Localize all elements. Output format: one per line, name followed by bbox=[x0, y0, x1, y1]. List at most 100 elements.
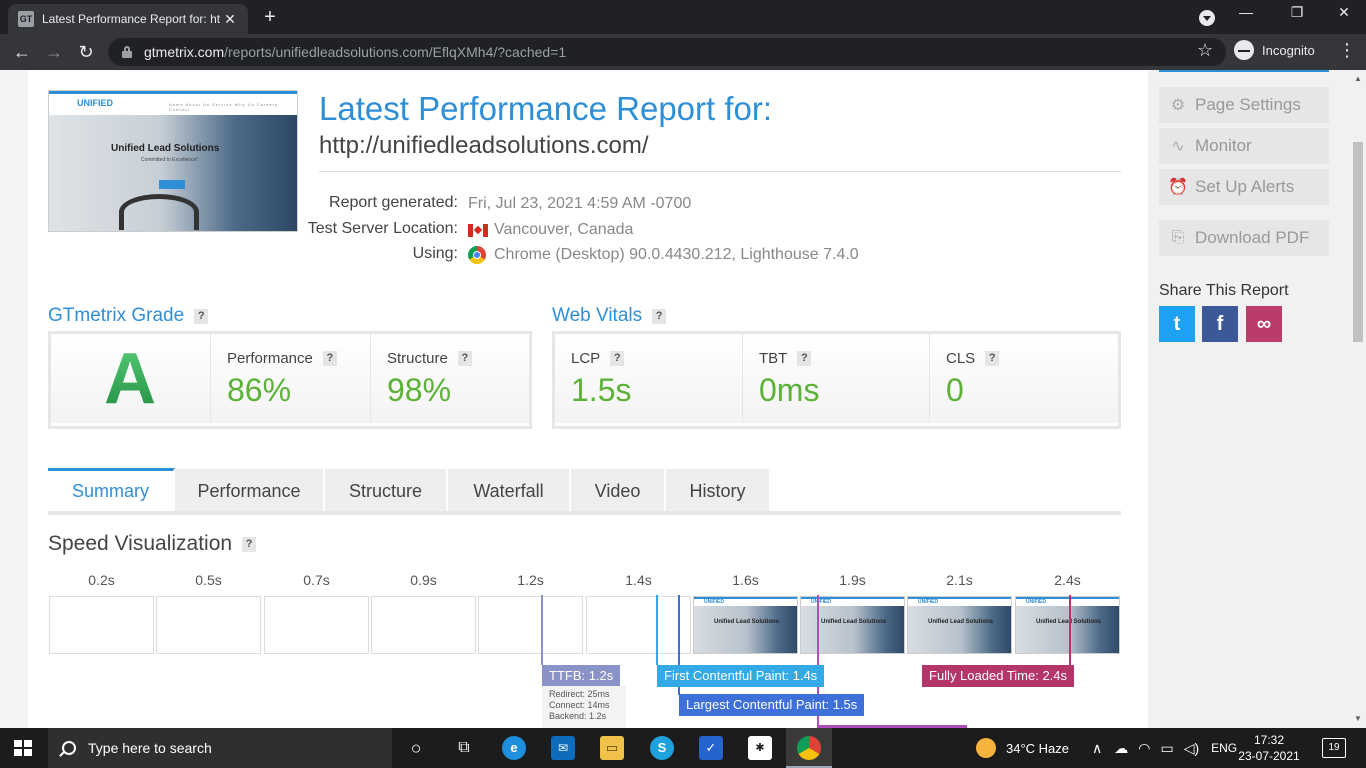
new-tab-button[interactable]: + bbox=[258, 6, 282, 29]
scroll-down-icon[interactable]: ▼ bbox=[1354, 714, 1362, 723]
download-pdf-button[interactable]: ⎘ Download PDF bbox=[1159, 220, 1329, 256]
frame-timestamp: 1.4s bbox=[625, 572, 652, 588]
filmstrip-frame[interactable] bbox=[371, 596, 476, 654]
lock-icon[interactable] bbox=[122, 46, 132, 58]
meta-report-generated: Report generated: Fri, Jul 23, 2021 4:59… bbox=[280, 194, 1100, 214]
help-icon[interactable]: ? bbox=[322, 351, 337, 366]
incognito-indicator[interactable]: Incognito bbox=[1234, 40, 1315, 60]
task-view-icon[interactable]: ⧉ bbox=[452, 736, 476, 760]
file-explorer-icon[interactable]: ▭ bbox=[600, 736, 624, 760]
tab-performance[interactable]: Performance bbox=[175, 469, 325, 511]
frame-header: UNIFIED bbox=[908, 597, 1011, 605]
scrollbar-thumb[interactable] bbox=[1353, 142, 1363, 342]
help-icon[interactable]: ? bbox=[797, 351, 812, 366]
meta-value: Vancouver, Canada bbox=[468, 220, 633, 240]
edge-icon[interactable]: e bbox=[502, 736, 526, 760]
forward-arrow-icon[interactable]: → bbox=[42, 40, 66, 64]
filmstrip-frame[interactable] bbox=[264, 596, 369, 654]
meta-server-location: Test Server Location: Vancouver, Canada bbox=[280, 220, 1100, 240]
frame-logo: UNIFIED bbox=[1026, 599, 1046, 605]
structure-cell: Structure? 98% bbox=[371, 334, 529, 423]
filmstrip-frame[interactable]: UNIFIED Unified Lead Solutions bbox=[800, 596, 905, 654]
ttfb-marker[interactable]: TTFB: 1.2s bbox=[542, 665, 621, 687]
battery-icon[interactable]: ▭ bbox=[1160, 740, 1173, 757]
tab-video[interactable]: Video bbox=[571, 469, 666, 511]
web-vitals-heading: Web Vitals ? bbox=[552, 305, 667, 327]
address-bar[interactable]: gtmetrix.com/reports/unifiedleadsolution… bbox=[108, 38, 1226, 66]
help-icon[interactable]: ? bbox=[457, 351, 472, 366]
browser-tab[interactable]: GT Latest Performance Report for: ht ✕ bbox=[8, 4, 248, 34]
chrome-taskbar-icon[interactable] bbox=[797, 736, 821, 760]
filmstrip-frame[interactable]: UNIFIED Unified Lead Solutions bbox=[1015, 596, 1120, 654]
lcp-cell: LCP? 1.5s bbox=[555, 334, 743, 423]
filmstrip-frame[interactable] bbox=[478, 596, 583, 654]
grade-cell: A bbox=[51, 334, 211, 423]
twitter-share-icon[interactable]: t bbox=[1159, 306, 1195, 342]
connect-time: Connect: 14ms bbox=[549, 700, 610, 710]
wifi-icon[interactable]: ◠ bbox=[1138, 740, 1150, 757]
filmstrip-frame[interactable] bbox=[49, 596, 154, 654]
help-icon[interactable]: ? bbox=[652, 308, 667, 324]
help-icon[interactable]: ? bbox=[610, 351, 625, 366]
chrome-icon bbox=[468, 246, 486, 264]
filmstrip-frame[interactable] bbox=[156, 596, 261, 654]
system-clock[interactable]: 17:32 23-07-2021 bbox=[1236, 732, 1302, 764]
fully-loaded-line bbox=[1069, 595, 1071, 665]
browser-toolbar: ← → ↻ gtmetrix.com/reports/unifiedleadso… bbox=[0, 34, 1366, 70]
fully-loaded-marker[interactable]: Fully Loaded Time: 2.4s bbox=[922, 665, 1075, 687]
back-arrow-icon[interactable]: ← bbox=[10, 40, 34, 64]
link-share-icon[interactable]: ∞ bbox=[1246, 306, 1282, 342]
cortana-icon[interactable]: ○ bbox=[404, 736, 428, 760]
weather-widget[interactable]: 34°C Haze bbox=[976, 728, 1069, 768]
server-location-value: Vancouver, Canada bbox=[494, 221, 634, 238]
close-icon[interactable]: ✕ bbox=[222, 11, 238, 28]
todo-icon[interactable]: ✓ bbox=[699, 736, 723, 760]
lcp-marker[interactable]: Largest Contentful Paint: 1.5s bbox=[679, 694, 865, 716]
tab-search-icon[interactable] bbox=[1199, 10, 1215, 26]
bookmark-star-icon[interactable]: ☆ bbox=[1197, 40, 1213, 61]
facebook-share-icon[interactable]: f bbox=[1202, 306, 1238, 342]
page-screenshot-thumbnail[interactable]: UNIFIED Home About Us Service Why Us Car… bbox=[48, 90, 298, 232]
tabs-underline bbox=[48, 511, 1121, 515]
frame-hero-image bbox=[694, 606, 797, 653]
search-placeholder: Type here to search bbox=[88, 740, 212, 756]
help-icon[interactable]: ? bbox=[242, 536, 257, 552]
mail-icon[interactable]: ✉ bbox=[551, 736, 575, 760]
help-icon[interactable]: ? bbox=[985, 351, 1000, 366]
tab-history[interactable]: History bbox=[666, 469, 771, 511]
frame-timestamp: 1.6s bbox=[732, 572, 759, 588]
frame-caption: Unified Lead Solutions bbox=[821, 619, 887, 625]
volume-icon[interactable]: ◁) bbox=[1184, 740, 1199, 757]
minimize-icon[interactable]: — bbox=[1236, 4, 1256, 20]
scroll-up-icon[interactable]: ▲ bbox=[1354, 74, 1362, 83]
filmstrip-frame[interactable]: UNIFIED Unified Lead Solutions bbox=[907, 596, 1012, 654]
chevron-up-icon[interactable]: ∧ bbox=[1092, 740, 1102, 757]
monitor-button[interactable]: ∿ Monitor bbox=[1159, 128, 1329, 164]
language-indicator[interactable]: ENG bbox=[1211, 741, 1237, 755]
restore-icon[interactable]: ❐ bbox=[1287, 4, 1307, 21]
cls-value: 0 bbox=[946, 372, 964, 408]
filmstrip-frame[interactable]: UNIFIED Unified Lead Solutions bbox=[693, 596, 798, 654]
set-up-alerts-button[interactable]: ⏰ Set Up Alerts bbox=[1159, 169, 1329, 205]
tab-summary[interactable]: Summary bbox=[48, 468, 175, 515]
help-icon[interactable]: ? bbox=[194, 308, 209, 324]
vertical-scrollbar[interactable]: ▲ ▼ bbox=[1350, 70, 1366, 728]
performance-score: 86% bbox=[227, 372, 292, 408]
cloud-icon[interactable]: ☁ bbox=[1114, 740, 1128, 757]
tab-waterfall[interactable]: Waterfall bbox=[448, 469, 571, 511]
frame-logo: UNIFIED bbox=[704, 599, 724, 605]
tab-structure[interactable]: Structure bbox=[325, 469, 448, 511]
skype-icon[interactable]: S bbox=[650, 736, 674, 760]
button-label: Download PDF bbox=[1195, 228, 1310, 247]
windows-start-icon[interactable] bbox=[14, 740, 32, 756]
window-close-icon[interactable]: ✕ bbox=[1334, 4, 1354, 21]
browser-menu-icon[interactable]: ⋮ bbox=[1338, 40, 1356, 61]
page-settings-button[interactable]: ⚙ Page Settings bbox=[1159, 87, 1329, 123]
fcp-marker[interactable]: First Contentful Paint: 1.4s bbox=[657, 665, 825, 687]
taskbar-search-box[interactable]: Type here to search bbox=[48, 728, 392, 768]
filmstrip-frame[interactable] bbox=[586, 596, 691, 654]
bluetooth-app-icon[interactable]: ✱ bbox=[748, 736, 772, 760]
meta-label: Using: bbox=[412, 245, 458, 262]
reload-icon[interactable]: ↻ bbox=[74, 40, 98, 64]
notification-center-icon[interactable]: 19 bbox=[1322, 738, 1346, 758]
